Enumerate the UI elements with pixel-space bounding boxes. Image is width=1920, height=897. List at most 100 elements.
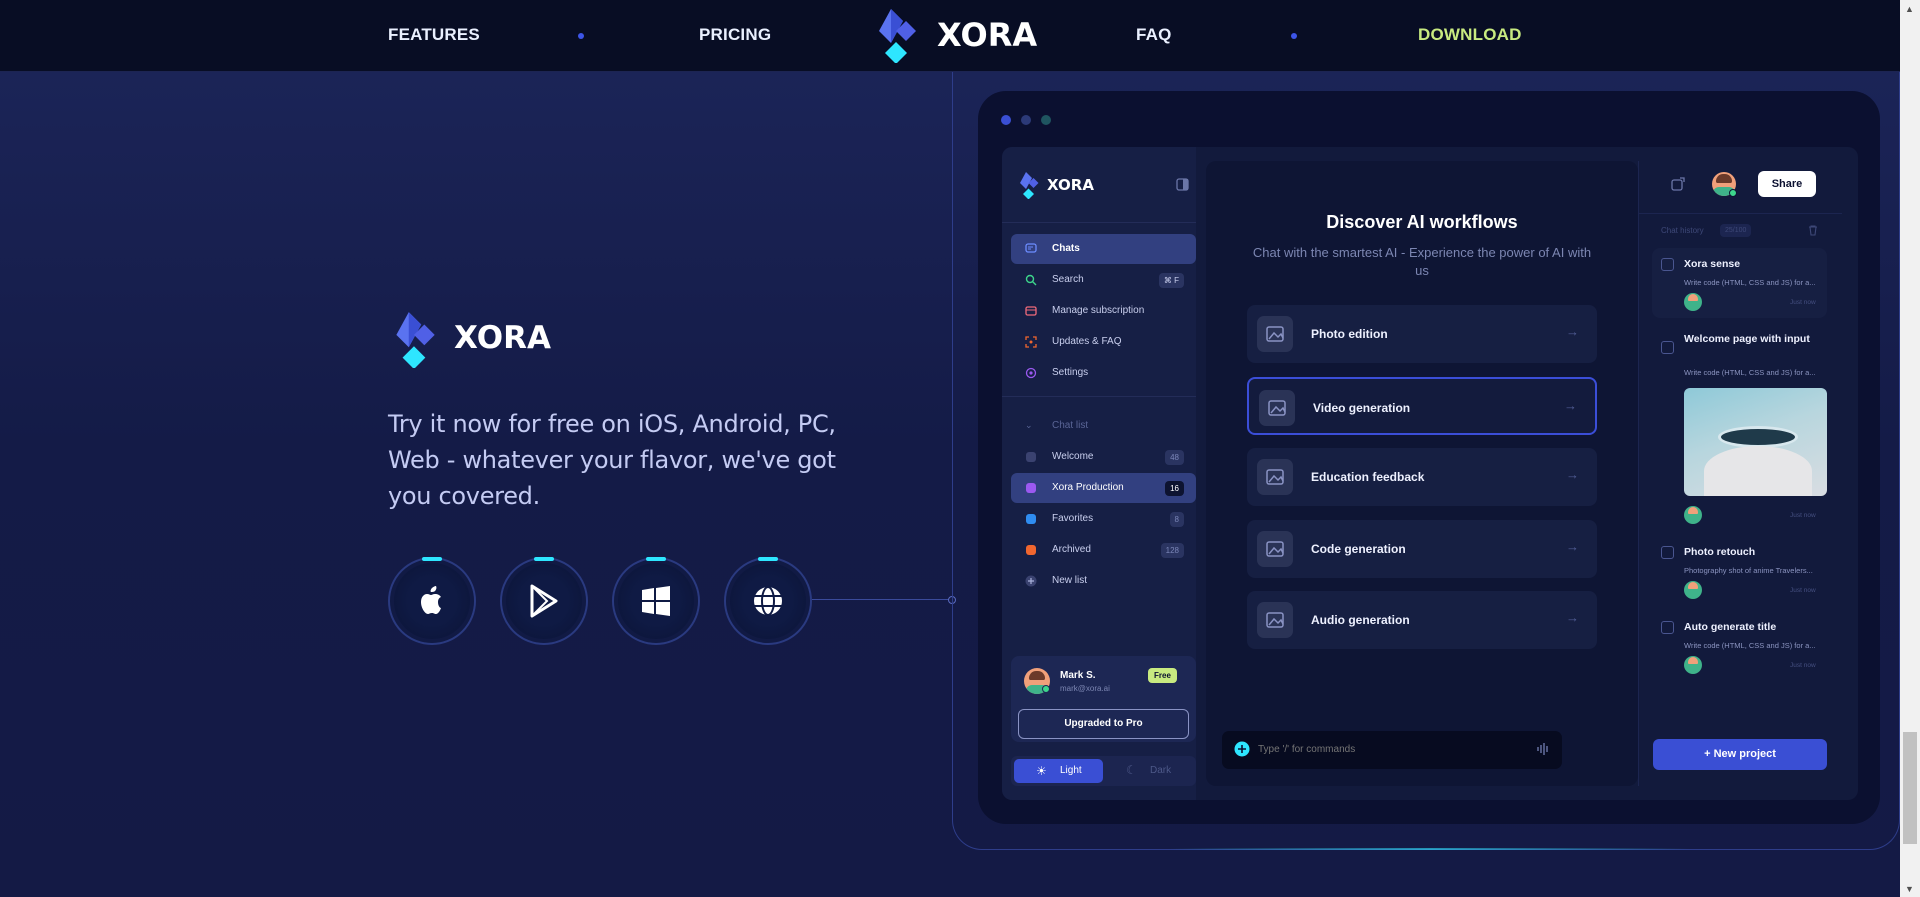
window-dot <box>1021 115 1031 125</box>
window-dot <box>1001 115 1011 125</box>
list-item-label: Xora Production <box>1052 482 1124 493</box>
button-glow <box>758 557 778 561</box>
sidebar-item-updates[interactable]: Updates & FAQ <box>1011 327 1196 357</box>
nav-brand-text[interactable]: XORA <box>937 16 1037 54</box>
command-input[interactable] <box>1258 741 1528 757</box>
xora-logo-icon[interactable] <box>869 7 925 63</box>
add-attachment-icon[interactable] <box>1234 741 1250 757</box>
history-title: Welcome page with input <box>1684 333 1810 345</box>
sidebar-item-label: Chats <box>1052 243 1080 254</box>
theme-dark-label: Dark <box>1150 765 1172 776</box>
ios-download-button[interactable] <box>388 557 476 645</box>
workflow-card-education-feedback[interactable]: Education feedback → <box>1247 448 1597 506</box>
share-button[interactable]: Share <box>1758 171 1816 197</box>
plus-icon: + <box>1704 748 1711 760</box>
divider <box>1002 396 1196 397</box>
sidebar-item-chats[interactable]: Chats <box>1011 234 1196 264</box>
pc-download-button[interactable] <box>612 557 700 645</box>
list-color-square <box>1026 483 1036 493</box>
list-item-favorites[interactable]: Favorites 8 <box>1011 504 1196 534</box>
list-count-badge: 128 <box>1160 543 1184 558</box>
app-brand-text: XORA <box>1047 176 1094 194</box>
scrollbar-thumb[interactable] <box>1903 732 1917 844</box>
scroll-up-icon[interactable]: ▲ <box>1905 4 1914 14</box>
top-navbar: FEATURES PRICING XORA FAQ DOWNLOAD <box>0 0 1900 72</box>
new-list-button[interactable]: New list <box>1011 566 1196 596</box>
list-count-badge: 48 <box>1165 450 1184 465</box>
sidebar-item-settings[interactable]: Settings <box>1011 358 1196 388</box>
image-icon <box>1257 602 1293 638</box>
sidebar-item-label: Manage subscription <box>1052 305 1145 316</box>
xora-logo-icon <box>1020 172 1039 199</box>
sidebar-toggle-icon[interactable] <box>1176 178 1189 191</box>
history-count-badge: 25/100 <box>1720 224 1752 237</box>
list-item-label: Welcome <box>1052 451 1094 462</box>
list-item-archived[interactable]: Archived 128 <box>1011 535 1196 565</box>
new-chat-icon[interactable] <box>1671 177 1685 191</box>
sidebar-item-label: Search <box>1052 274 1084 285</box>
list-item-xora-production[interactable]: Xora Production 16 <box>1011 473 1196 503</box>
hero-title: Try it now for free on iOS, Android, PC,… <box>388 410 836 510</box>
nav-features-link[interactable]: FEATURES <box>388 25 480 45</box>
history-image-thumbnail[interactable] <box>1684 388 1827 496</box>
button-glow <box>534 557 554 561</box>
new-project-button[interactable]: + New project <box>1653 739 1827 770</box>
image-icon <box>1257 459 1293 495</box>
main-subtitle: Chat with the smartest AI - Experience t… <box>1252 245 1592 278</box>
theme-light-button[interactable]: ☀ Light <box>1014 759 1103 783</box>
history-checkbox[interactable] <box>1661 621 1674 634</box>
workflow-card-audio-generation[interactable]: Audio generation → <box>1247 591 1597 649</box>
online-status-dot <box>1042 685 1050 693</box>
scan-icon <box>1025 336 1037 348</box>
web-download-button[interactable] <box>724 557 812 645</box>
chevron-down-icon: ⌄ <box>1025 420 1033 430</box>
divider <box>1638 213 1842 214</box>
card-icon <box>1025 306 1037 316</box>
trash-icon[interactable] <box>1808 225 1818 236</box>
upgrade-button[interactable]: Upgraded to Pro <box>1018 709 1189 739</box>
sidebar-item-label: Settings <box>1052 367 1089 378</box>
history-checkbox[interactable] <box>1661 546 1674 559</box>
chat-list-label: Chat list <box>1052 420 1089 431</box>
history-desc: Write code (HTML, CSS and JS) for a... <box>1684 641 1816 650</box>
android-download-button[interactable] <box>500 557 588 645</box>
theme-light-label: Light <box>1060 765 1082 776</box>
gear-icon <box>1025 367 1037 379</box>
workflow-card-photo-edition[interactable]: Photo edition → <box>1247 305 1597 363</box>
nav-dot <box>1291 33 1297 39</box>
voice-wave-icon[interactable] <box>1536 742 1550 756</box>
nav-download-link[interactable]: DOWNLOAD <box>1418 25 1522 45</box>
button-glow <box>646 557 666 561</box>
avatar <box>1684 506 1702 524</box>
workflow-card-code-generation[interactable]: Code generation → <box>1247 520 1597 578</box>
sidebar-item-search[interactable]: Search ⌘ F <box>1011 265 1196 295</box>
chat-list-toggle[interactable]: ⌄ Chat list <box>1011 411 1196 441</box>
panel-divider <box>1638 161 1639 786</box>
workflow-card-video-generation[interactable]: Video generation → <box>1247 377 1597 435</box>
history-desc: Write code (HTML, CSS and JS) for a... <box>1684 278 1816 287</box>
shortcut-badge: ⌘ F <box>1158 273 1184 288</box>
history-time: Just now <box>1790 512 1816 519</box>
sidebar-item-subscription[interactable]: Manage subscription <box>1011 296 1196 326</box>
history-label: Chat history <box>1661 226 1704 235</box>
arrow-right-icon: → <box>1566 324 1579 339</box>
web-globe-icon <box>754 586 782 616</box>
theme-dark-button[interactable]: ☾ Dark <box>1106 759 1193 783</box>
scroll-down-icon[interactable]: ▼ <box>1905 884 1914 894</box>
history-checkbox[interactable] <box>1661 258 1674 271</box>
history-checkbox[interactable] <box>1661 341 1674 354</box>
nav-pricing-link[interactable]: PRICING <box>699 25 771 45</box>
history-time: Just now <box>1790 662 1816 669</box>
workflow-label: Video generation <box>1313 401 1411 415</box>
history-time: Just now <box>1790 299 1816 306</box>
workflow-label: Audio generation <box>1311 613 1410 627</box>
list-item-label: Archived <box>1052 544 1091 555</box>
moon-icon: ☾ <box>1126 763 1137 777</box>
list-item-welcome[interactable]: Welcome 48 <box>1011 442 1196 472</box>
list-color-square <box>1026 514 1036 524</box>
workflow-label: Education feedback <box>1311 470 1425 484</box>
user-email: mark@xora.ai <box>1060 684 1110 693</box>
arrow-right-icon: → <box>1566 610 1579 625</box>
nav-faq-link[interactable]: FAQ <box>1136 25 1172 45</box>
history-title: Photo retouch <box>1684 546 1756 558</box>
